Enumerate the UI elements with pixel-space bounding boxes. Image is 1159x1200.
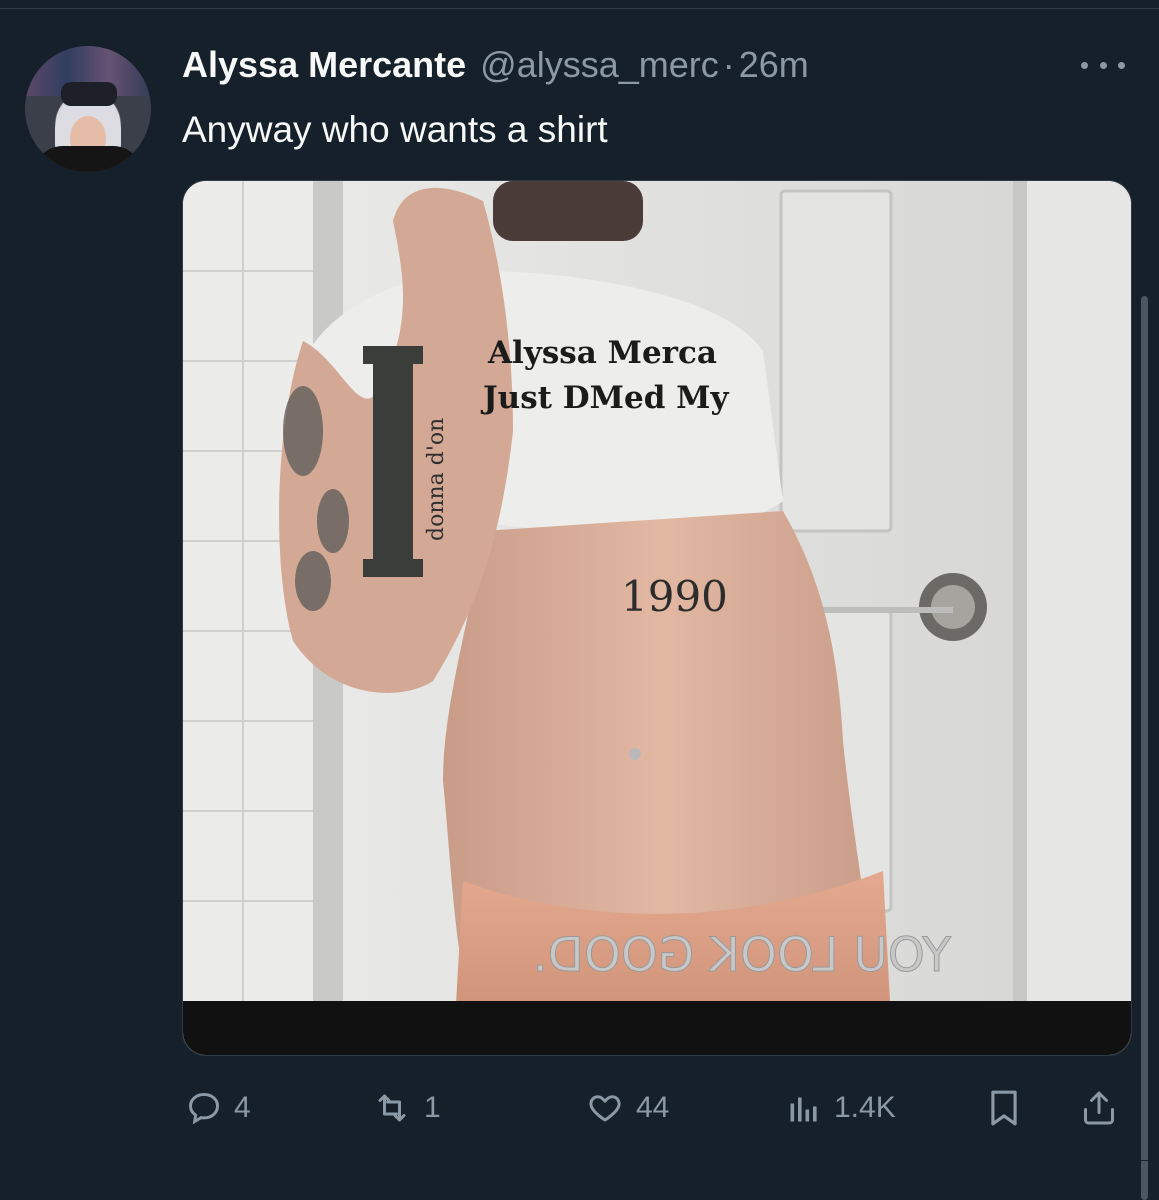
arm-tattoo-text: donna d'on <box>424 418 449 541</box>
tweet-media-image[interactable]: donna d'on Alyssa Merca Just DMed My 199… <box>182 180 1132 1056</box>
like-button[interactable]: 44 <box>586 1086 669 1130</box>
retweet-button[interactable]: 1 <box>372 1086 441 1130</box>
shirt-text-line1: Alyssa Merca <box>487 335 717 371</box>
view-count: 1.4K <box>834 1091 896 1124</box>
bottom-divider <box>0 1160 1159 1161</box>
underbust-tattoo-text: 1990 <box>621 572 728 621</box>
bookmark-button[interactable] <box>988 1086 1020 1130</box>
bookmark-icon <box>991 1090 1017 1126</box>
shirt-text-line2: Just DMed My <box>480 380 729 416</box>
retweet-icon <box>378 1094 406 1122</box>
reply-count: 4 <box>234 1091 251 1124</box>
reply-button[interactable]: 4 <box>186 1086 251 1130</box>
share-button[interactable] <box>1081 1086 1117 1130</box>
author-avatar[interactable] <box>25 46 151 172</box>
tweet-text: Anyway who wants a shirt <box>182 109 608 150</box>
like-count: 44 <box>636 1091 670 1124</box>
views-button[interactable]: 1.4K <box>786 1086 896 1130</box>
mirror-sticker-text: YOU LOOK GOOD. <box>533 928 952 983</box>
tweet-header: Alyssa Mercante @alyssa_merc · 26m <box>182 44 809 94</box>
views-chart-icon <box>790 1097 817 1122</box>
reply-icon <box>188 1092 220 1125</box>
mirror-selfie-photo: donna d'on Alyssa Merca Just DMed My 199… <box>183 181 1131 1055</box>
share-icon <box>1084 1091 1114 1125</box>
author-handle[interactable]: @alyssa_merc <box>480 44 719 86</box>
more-horizontal-icon[interactable] <box>1081 50 1125 80</box>
tweet[interactable]: Alyssa Mercante @alyssa_merc · 26m Anywa… <box>0 0 1159 1200</box>
heart-icon <box>589 1095 621 1122</box>
author-name[interactable]: Alyssa Mercante <box>182 44 466 86</box>
retweet-count: 1 <box>424 1091 441 1124</box>
scrollbar-thumb[interactable] <box>1141 296 1148 1200</box>
tweet-actions: 4 1 44 1.4K <box>182 1086 1132 1130</box>
tweet-timestamp[interactable]: 26m <box>739 44 809 86</box>
header-separator: · <box>722 44 735 85</box>
